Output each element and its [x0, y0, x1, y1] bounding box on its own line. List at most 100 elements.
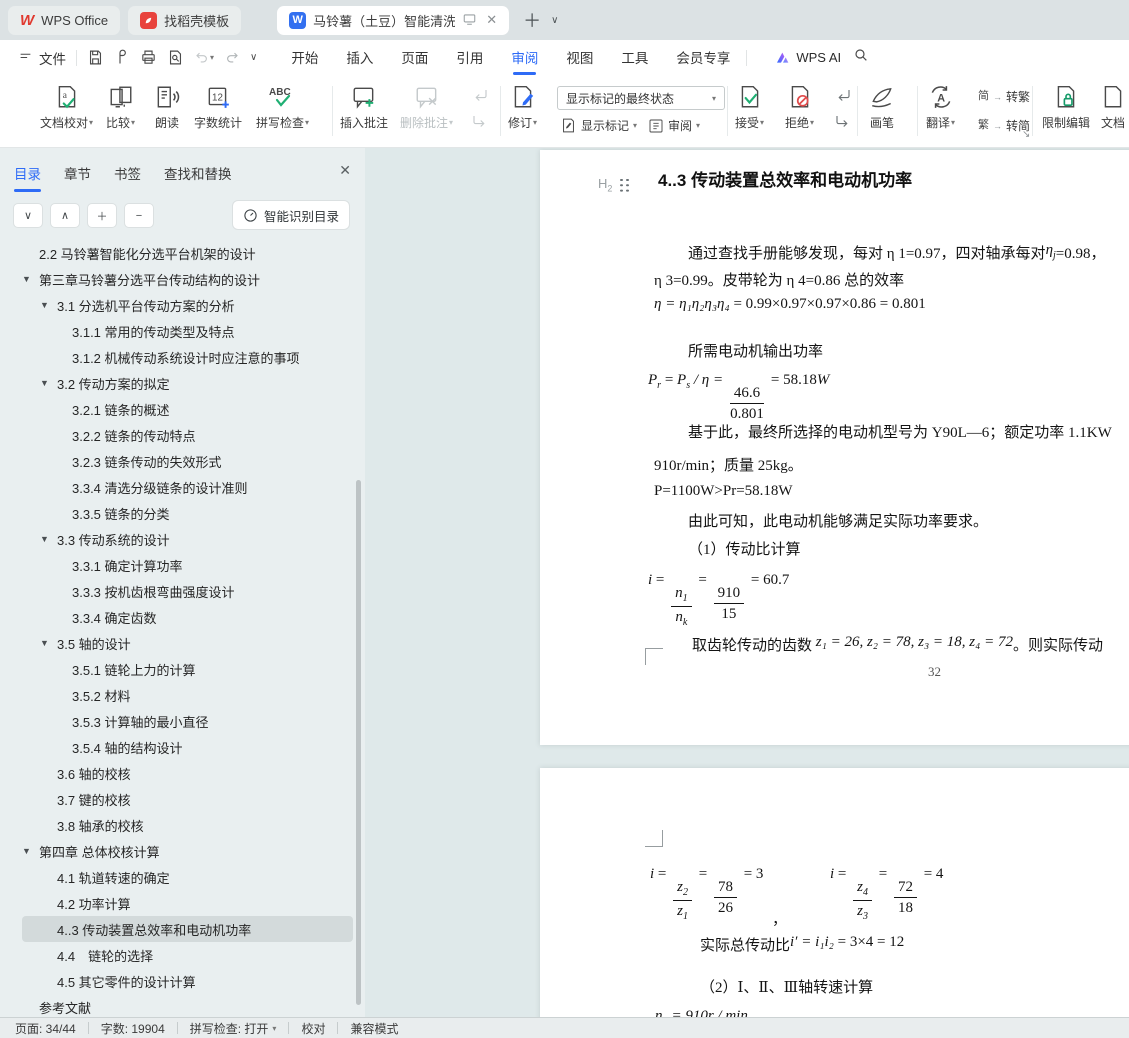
caret-down-icon[interactable]: ▼: [40, 534, 57, 544]
tab-list-chevron-icon[interactable]: ∨: [551, 15, 558, 26]
menu-membership[interactable]: 会员专享: [676, 40, 730, 75]
toc-item[interactable]: ▼ 3.1 分选机平台传动方案的分析: [22, 292, 353, 318]
new-tab-button[interactable]: ＋: [523, 7, 541, 33]
menu-page[interactable]: 页面: [401, 40, 428, 75]
accept-change-button[interactable]: 接受 ▾: [735, 84, 764, 131]
menu-insert[interactable]: 插入: [346, 40, 373, 75]
review-pane-button[interactable]: 审阅 ▾: [648, 117, 700, 134]
toc-item[interactable]: ▼ 3.1.1 常用的传动类型及特点: [22, 318, 353, 344]
pen-button[interactable]: 画笔: [868, 84, 896, 131]
menu-reference[interactable]: 引用: [456, 40, 483, 75]
caret-down-icon[interactable]: ▼: [40, 300, 57, 310]
toc-item[interactable]: ▼ 4..3 传动装置总效率和电动机功率: [22, 916, 353, 942]
toc-item[interactable]: ▼ 3.7 键的校核: [22, 786, 353, 812]
read-aloud-button[interactable]: 朗读: [154, 84, 180, 131]
toc-item[interactable]: ▼ 3.5.3 计算轴的最小直径: [22, 708, 353, 734]
toc-item[interactable]: ▼ 3.2.3 链条传动的失效形式: [22, 448, 353, 474]
toc-item[interactable]: ▼ 3.3.4 清选分级链条的设计准则: [22, 474, 353, 500]
toc-item[interactable]: ▼ 3.5.4 轴的结构设计: [22, 734, 353, 760]
toc-item[interactable]: ▼ 3.5.1 链轮上力的计算: [22, 656, 353, 682]
print-preview-icon[interactable]: [167, 49, 184, 66]
caret-down-icon[interactable]: ▼: [22, 274, 39, 284]
toc-item[interactable]: ▼ 3.3.1 确定计算功率: [22, 552, 353, 578]
next-change-icon[interactable]: [833, 113, 853, 131]
toc-item[interactable]: ▼ 3.2.2 链条的传动特点: [22, 422, 353, 448]
toc-item[interactable]: ▼ 参考文献: [22, 994, 353, 1017]
search-icon[interactable]: [853, 47, 869, 68]
toc-item[interactable]: ▼ 3.2 传动方案的拟定: [22, 370, 353, 396]
word-count-button[interactable]: 12 字数统计: [194, 84, 242, 131]
toc-item[interactable]: ▼ 2.2 马铃薯智能化分选平台机架的设计: [22, 240, 353, 266]
document-page-33[interactable]: i = z2 z1 = 78 26 = 3 ， i = z4 z3 = 72 18 = …: [540, 768, 1129, 1017]
status-compatibility-mode[interactable]: 兼容模式: [350, 1020, 398, 1037]
sidebar-tab-contents[interactable]: 目录: [14, 163, 41, 192]
status-spell-check[interactable]: 拼写检查: 打开 ▾: [190, 1020, 277, 1037]
toc-item[interactable]: ▼ 第四章 总体校核计算: [22, 838, 353, 864]
caret-down-icon[interactable]: ▼: [40, 638, 57, 648]
proofread-button[interactable]: a 文档校对 ▾: [40, 84, 93, 131]
tab-wps-home[interactable]: W WPS Office: [8, 5, 121, 35]
toc-zoom-out-button[interactable]: −: [124, 203, 154, 228]
toc-expand-down-button[interactable]: ∨: [13, 203, 43, 228]
track-changes-button[interactable]: 修订 ▾: [508, 84, 537, 131]
dialog-launcher-icon[interactable]: ↘: [1022, 129, 1030, 140]
caret-down-icon[interactable]: ▼: [40, 378, 57, 388]
status-proofread[interactable]: 校对: [301, 1020, 325, 1037]
menu-home[interactable]: 开始: [291, 40, 318, 75]
tab-document[interactable]: W 马铃薯（土豆）智能清洗分选 ✕: [277, 5, 510, 35]
heading-level-badge[interactable]: H2: [598, 176, 629, 194]
document-page-32[interactable]: H2 4..3 传动装置总效率和电动机功率 通过查找手册能够发现，每对 η 1=…: [540, 150, 1129, 745]
insert-comment-button[interactable]: 插入批注: [340, 84, 388, 131]
caret-down-icon[interactable]: ▼: [22, 846, 39, 856]
toc-item[interactable]: ▼ 3.6 轴的校核: [22, 760, 353, 786]
status-page-indicator[interactable]: 页面: 34/44: [15, 1020, 76, 1037]
tab-docer-templates[interactable]: 找稻壳模板: [128, 5, 242, 35]
simplified-to-traditional-button[interactable]: 简 → 转繁: [978, 88, 1030, 105]
toc-item[interactable]: ▼ 第三章马铃薯分选平台传动结构的设计: [22, 266, 353, 292]
menu-review[interactable]: 审阅: [511, 40, 538, 75]
sidebar-scrollbar[interactable]: [356, 480, 361, 1005]
reject-change-button[interactable]: 拒绝 ▾: [785, 84, 814, 131]
toc-item[interactable]: ▼ 3.3 传动系统的设计: [22, 526, 353, 552]
close-sidebar-icon[interactable]: ✕: [339, 162, 351, 179]
toc-item[interactable]: ▼ 4.1 轨道转速的确定: [22, 864, 353, 890]
previous-change-icon[interactable]: [833, 87, 853, 105]
doc-permission-button[interactable]: 文档: [1100, 84, 1126, 131]
save-icon[interactable]: [87, 49, 104, 66]
toc-item[interactable]: ▼ 3.1.2 机械传动系统设计时应注意的事项: [22, 344, 353, 370]
history-chevron-icon[interactable]: ∨: [250, 52, 257, 63]
sidebar-tab-chapters[interactable]: 章节: [64, 163, 91, 192]
spell-check-button[interactable]: ABC 拼写检查 ▾: [256, 84, 309, 131]
toc-item[interactable]: ▼ 3.5 轴的设计: [22, 630, 353, 656]
status-word-count[interactable]: 字数: 19904: [101, 1020, 165, 1037]
smart-toc-button[interactable]: 智能识别目录: [231, 200, 350, 230]
toc-item[interactable]: ▼ 3.2.1 链条的概述: [22, 396, 353, 422]
toc-item[interactable]: ▼ 3.3.3 按机齿根弯曲强度设计: [22, 578, 353, 604]
toc-item[interactable]: ▼ 4.4 链轮的选择: [22, 942, 353, 968]
wps-ai-button[interactable]: WPS AI: [775, 50, 841, 66]
toc-item[interactable]: ▼ 3.3.4 确定齿数: [22, 604, 353, 630]
drag-handle-icon[interactable]: [619, 178, 629, 192]
toc-collapse-up-button[interactable]: ∧: [50, 203, 80, 228]
menu-view[interactable]: 视图: [566, 40, 593, 75]
pdf-export-icon[interactable]: [114, 49, 130, 66]
sidebar-tab-bookmarks[interactable]: 书签: [114, 163, 141, 192]
sidebar-tab-find-replace[interactable]: 查找和替换: [164, 163, 232, 192]
close-tab-icon[interactable]: ✕: [486, 12, 497, 28]
toc-zoom-in-button[interactable]: ＋: [87, 203, 117, 228]
toc-item[interactable]: ▼ 4.5 其它零件的设计计算: [22, 968, 353, 994]
compare-button[interactable]: 比较 ▾: [106, 84, 135, 131]
menu-tools[interactable]: 工具: [621, 40, 648, 75]
translate-button[interactable]: A 翻译 ▾: [926, 84, 955, 131]
toc-item[interactable]: ▼ 3.8 轴承的校核: [22, 812, 353, 838]
markup-state-select[interactable]: 显示标记的最终状态 ▾: [557, 86, 725, 110]
show-markup-button[interactable]: 显示标记 ▾: [560, 117, 637, 134]
screen-share-icon[interactable]: [462, 12, 477, 29]
toc-item[interactable]: ▼ 4.2 功率计算: [22, 890, 353, 916]
toc-item[interactable]: ▼ 3.5.2 材料: [22, 682, 353, 708]
file-menu[interactable]: 文件: [18, 48, 66, 68]
toc-item[interactable]: ▼ 3.3.5 链条的分类: [22, 500, 353, 526]
document-canvas[interactable]: H2 4..3 传动装置总效率和电动机功率 通过查找手册能够发现，每对 η 1=…: [365, 148, 1129, 1017]
restrict-editing-button[interactable]: 限制编辑: [1042, 84, 1090, 131]
print-icon[interactable]: [140, 49, 157, 66]
